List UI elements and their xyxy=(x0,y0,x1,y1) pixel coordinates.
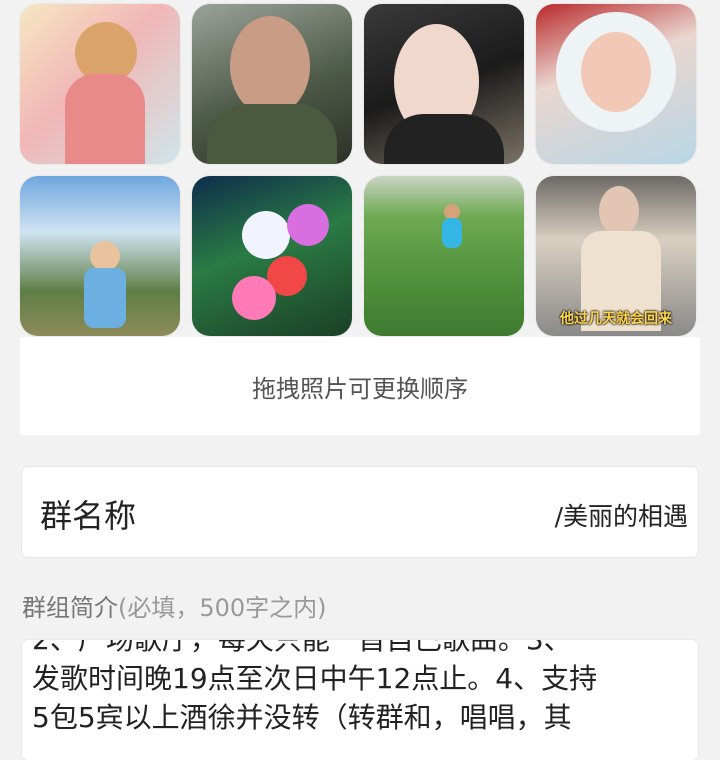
photo-tile-1[interactable] xyxy=(20,4,180,164)
group-intro-text[interactable]: 2、广场歌厅，每天只能一首自己歌曲。3、 发歌时间晚19点至次日中午12点止。4… xyxy=(32,640,688,737)
photo-tile-8[interactable]: 他过几天就会回来 xyxy=(536,176,696,336)
flowers-image xyxy=(242,211,290,259)
photo-tile-6[interactable] xyxy=(192,176,352,336)
woman-with-glasses-image xyxy=(230,16,310,116)
photo-tile-5[interactable] xyxy=(20,176,180,336)
group-name-value: /美丽的相遇 xyxy=(554,502,688,531)
photo-tile-2[interactable] xyxy=(192,4,352,164)
group-name-row[interactable]: 群名称 /美丽的相遇 xyxy=(22,467,698,557)
woman-in-suit-image xyxy=(599,186,639,236)
photo-tile-3[interactable] xyxy=(364,4,524,164)
group-intro-subtitle: (必填，500字之内) xyxy=(118,594,327,622)
group-name-label: 群名称 xyxy=(40,497,137,535)
group-intro-title-text: 群组简介 xyxy=(22,594,118,622)
group-intro-textarea[interactable]: 2、广场歌厅，每天只能一首自己歌曲。3、 发歌时间晚19点至次日中午12点止。4… xyxy=(22,640,698,760)
photo-tile-4[interactable] xyxy=(536,4,696,164)
photo-grid: 他过几天就会回来 xyxy=(20,4,700,336)
photo-tile-7[interactable] xyxy=(364,176,524,336)
photo-caption: 他过几天就会回来 xyxy=(560,311,672,327)
man-outdoors-image xyxy=(90,241,120,271)
group-intro-title: 群组简介(必填，500字之内) xyxy=(22,588,327,623)
reorder-hint: 拖拽照片可更换顺序 xyxy=(20,337,700,435)
